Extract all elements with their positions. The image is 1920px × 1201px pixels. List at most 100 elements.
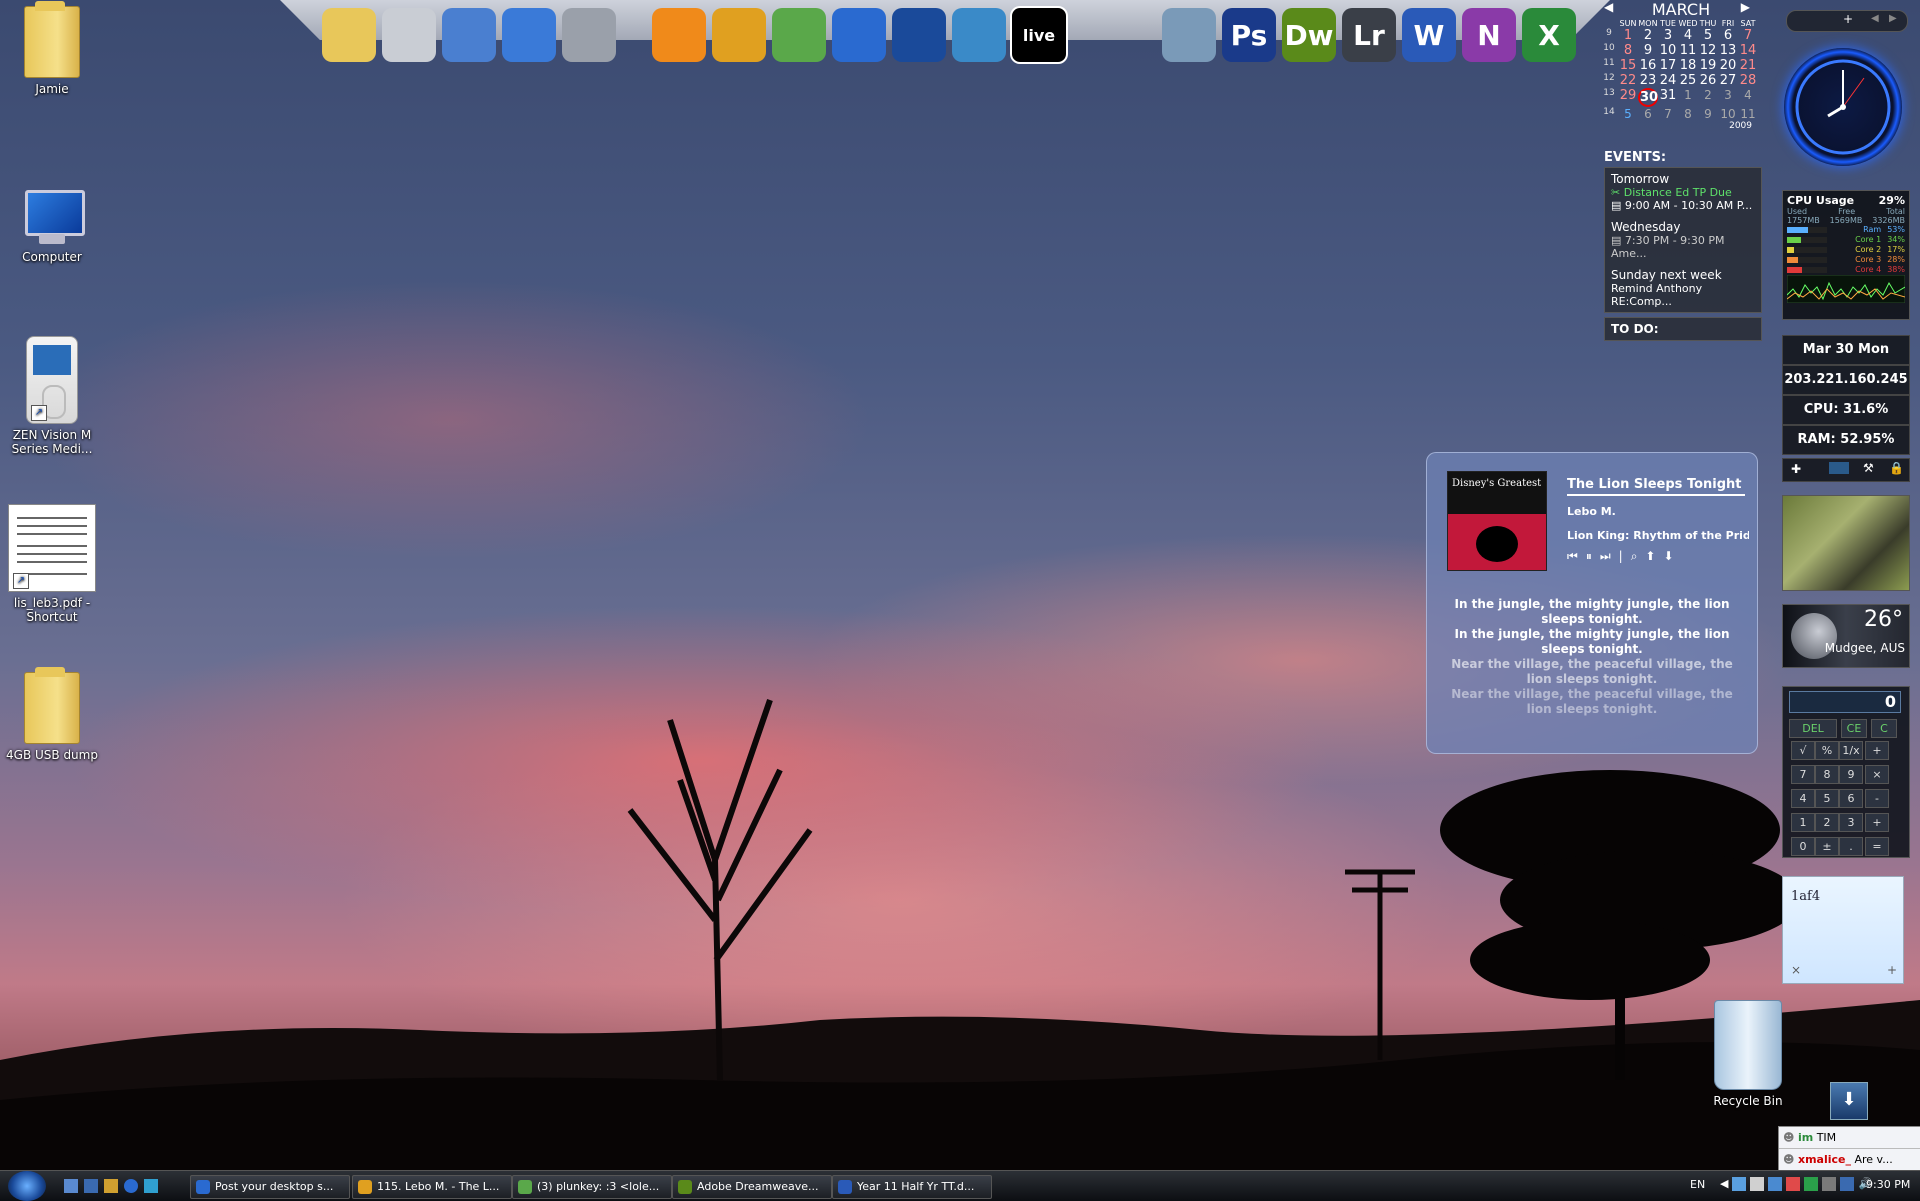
pause-icon[interactable]: ⏸ [1586,549,1592,564]
dreamweaver-icon[interactable]: Dw [1280,4,1338,66]
thumbs-up-icon[interactable]: ⬆ [1645,549,1655,564]
calendar-day[interactable]: 20 [1718,58,1738,73]
calendar-day[interactable]: 27 [1718,73,1738,88]
tray-app-icon[interactable] [1804,1177,1819,1191]
calendar-day[interactable]: 1 [1618,28,1638,43]
word-icon[interactable]: W [1400,4,1458,66]
start-button[interactable] [8,1171,46,1201]
switch-windows-icon[interactable] [84,1179,98,1193]
calendar-day[interactable]: 12 [1698,43,1718,58]
tools-icon[interactable]: ⚒ [1863,461,1874,475]
torrent-icon[interactable] [710,4,768,66]
taskbar-button[interactable]: 115. Lebo M. - The L... [352,1175,512,1199]
calendar-day[interactable]: 7 [1738,28,1758,43]
excel-icon[interactable]: X [1520,4,1578,66]
calculator-key[interactable]: 5 [1815,789,1839,808]
calendar-day[interactable]: 11 [1738,107,1758,121]
recycle-bin[interactable]: Recycle Bin [1698,1000,1798,1108]
ableton-live-icon[interactable]: live [1010,4,1068,66]
calendar-day[interactable]: 8 [1678,107,1698,121]
vlc-icon[interactable] [650,4,708,66]
calendar-day[interactable]: 25 [1678,73,1698,88]
desktop-icon-computer[interactable]: Computer [4,186,100,264]
slideshow-photo[interactable] [1782,495,1910,591]
calendar-day[interactable]: 19 [1698,58,1718,73]
calculator-key[interactable]: CE [1841,719,1867,738]
clock-time[interactable]: 9:30 PM [1866,1178,1910,1191]
calendar-day[interactable]: 2 [1638,28,1658,43]
calendar-day[interactable]: 5 [1698,28,1718,43]
sticky-note-gadget[interactable]: 1af4 × + [1782,876,1904,984]
virtualbox-icon[interactable] [1160,4,1218,66]
calculator-key[interactable]: ± [1815,837,1839,856]
tray-expand-icon[interactable]: ◀ [1720,1177,1728,1191]
calculator-key[interactable]: DEL [1789,719,1837,738]
calendar-day[interactable]: 2 [1698,88,1718,107]
drive-icon[interactable] [380,4,438,66]
calendar-day[interactable]: 16 [1638,58,1658,73]
calendar-day[interactable]: 7 [1658,107,1678,121]
calculator-key[interactable]: = [1865,837,1889,856]
calendar-day[interactable]: 26 [1698,73,1718,88]
network-icon[interactable] [1840,1177,1855,1191]
contact-row[interactable]: ☻ xmalice_ Are v... [1779,1149,1920,1170]
folder-icon[interactable] [320,4,378,66]
microphone-icon[interactable] [560,4,618,66]
taskbar-button[interactable]: Post your desktop s... [190,1175,350,1199]
calendar-day[interactable]: 17 [1658,58,1678,73]
calendar-day[interactable]: 23 [1638,73,1658,88]
calculator-key[interactable]: 0 [1791,837,1815,856]
calendar-day[interactable]: 1 [1678,88,1698,107]
contact-row[interactable]: ☻ im TIM [1779,1127,1920,1149]
next-page-icon[interactable]: ▶ [1889,13,1897,24]
add-gadget-icon[interactable]: + [1843,12,1853,26]
calendar-day[interactable]: 6 [1718,28,1738,43]
network-tool-icon[interactable] [950,4,1008,66]
calculator-key[interactable]: . [1839,837,1863,856]
calendar-day[interactable]: 30 [1638,88,1658,107]
calendar-next-icon[interactable]: ▶ [1741,0,1750,14]
onenote-icon[interactable]: N [1460,4,1518,66]
thunderbird-icon[interactable] [890,4,948,66]
calculator-key[interactable]: 7 [1791,765,1815,784]
network-adapter-icon[interactable] [1829,462,1849,474]
tray-app-icon[interactable] [1768,1177,1783,1191]
calendar-day[interactable]: 5 [1618,107,1638,121]
calculator-key[interactable]: √ [1791,741,1815,760]
calendar-day[interactable]: 24 [1658,73,1678,88]
calculator-key[interactable]: 1 [1791,813,1815,832]
desktop-icon-zen-vision[interactable]: ↗ ZEN Vision M Series Medi... [4,336,100,456]
calculator-key[interactable]: + [1865,741,1889,760]
event-item[interactable]: ✂ Distance Ed TP Due [1611,186,1755,199]
event-item[interactable]: ▤ 9:00 AM - 10:30 AM P... [1611,199,1755,212]
language-indicator[interactable]: EN [1690,1178,1705,1191]
weather-gadget[interactable]: 26° Mudgee, AUS [1782,604,1910,668]
media-icon[interactable] [104,1179,118,1193]
tray-app-icon[interactable] [1750,1177,1765,1191]
taskbar-button[interactable]: (3) plunkey: :3 <lole... [512,1175,672,1199]
calculator-key[interactable]: 8 [1815,765,1839,784]
lightroom-icon[interactable]: Lr [1340,4,1398,66]
album-art[interactable]: Disney's Greatest [1447,471,1547,571]
event-item[interactable]: Remind Anthony RE:Comp... [1611,282,1755,308]
lock-icon[interactable]: 🔒 [1889,461,1904,475]
calendar-day[interactable]: 13 [1718,43,1738,58]
calculator-key[interactable]: 4 [1791,789,1815,808]
calculator-key[interactable]: 1/x [1839,741,1863,760]
next-track-icon[interactable]: ⏭ [1600,549,1611,564]
note-text[interactable]: 1af4 [1791,889,1820,904]
event-item[interactable]: ▤ 7:30 PM - 9:30 PM Ame... [1611,234,1755,260]
calendar-day[interactable]: 10 [1658,43,1678,58]
calendar-day[interactable]: 3 [1658,28,1678,43]
calculator-key[interactable]: - [1865,789,1889,808]
calendar-day[interactable]: 22 [1618,73,1638,88]
calendar-day[interactable]: 15 [1618,58,1638,73]
calculator-key[interactable]: × [1865,765,1889,784]
calendar-day[interactable]: 10 [1718,107,1738,121]
messenger-icon[interactable] [144,1179,158,1193]
taskbar-button[interactable]: Year 11 Half Yr TT.d... [832,1175,992,1199]
network-icon[interactable] [500,4,558,66]
calculator-key[interactable]: 2 [1815,813,1839,832]
desktop-icon-jamie[interactable]: Jamie [4,1,100,96]
close-note-icon[interactable]: × [1791,963,1801,977]
